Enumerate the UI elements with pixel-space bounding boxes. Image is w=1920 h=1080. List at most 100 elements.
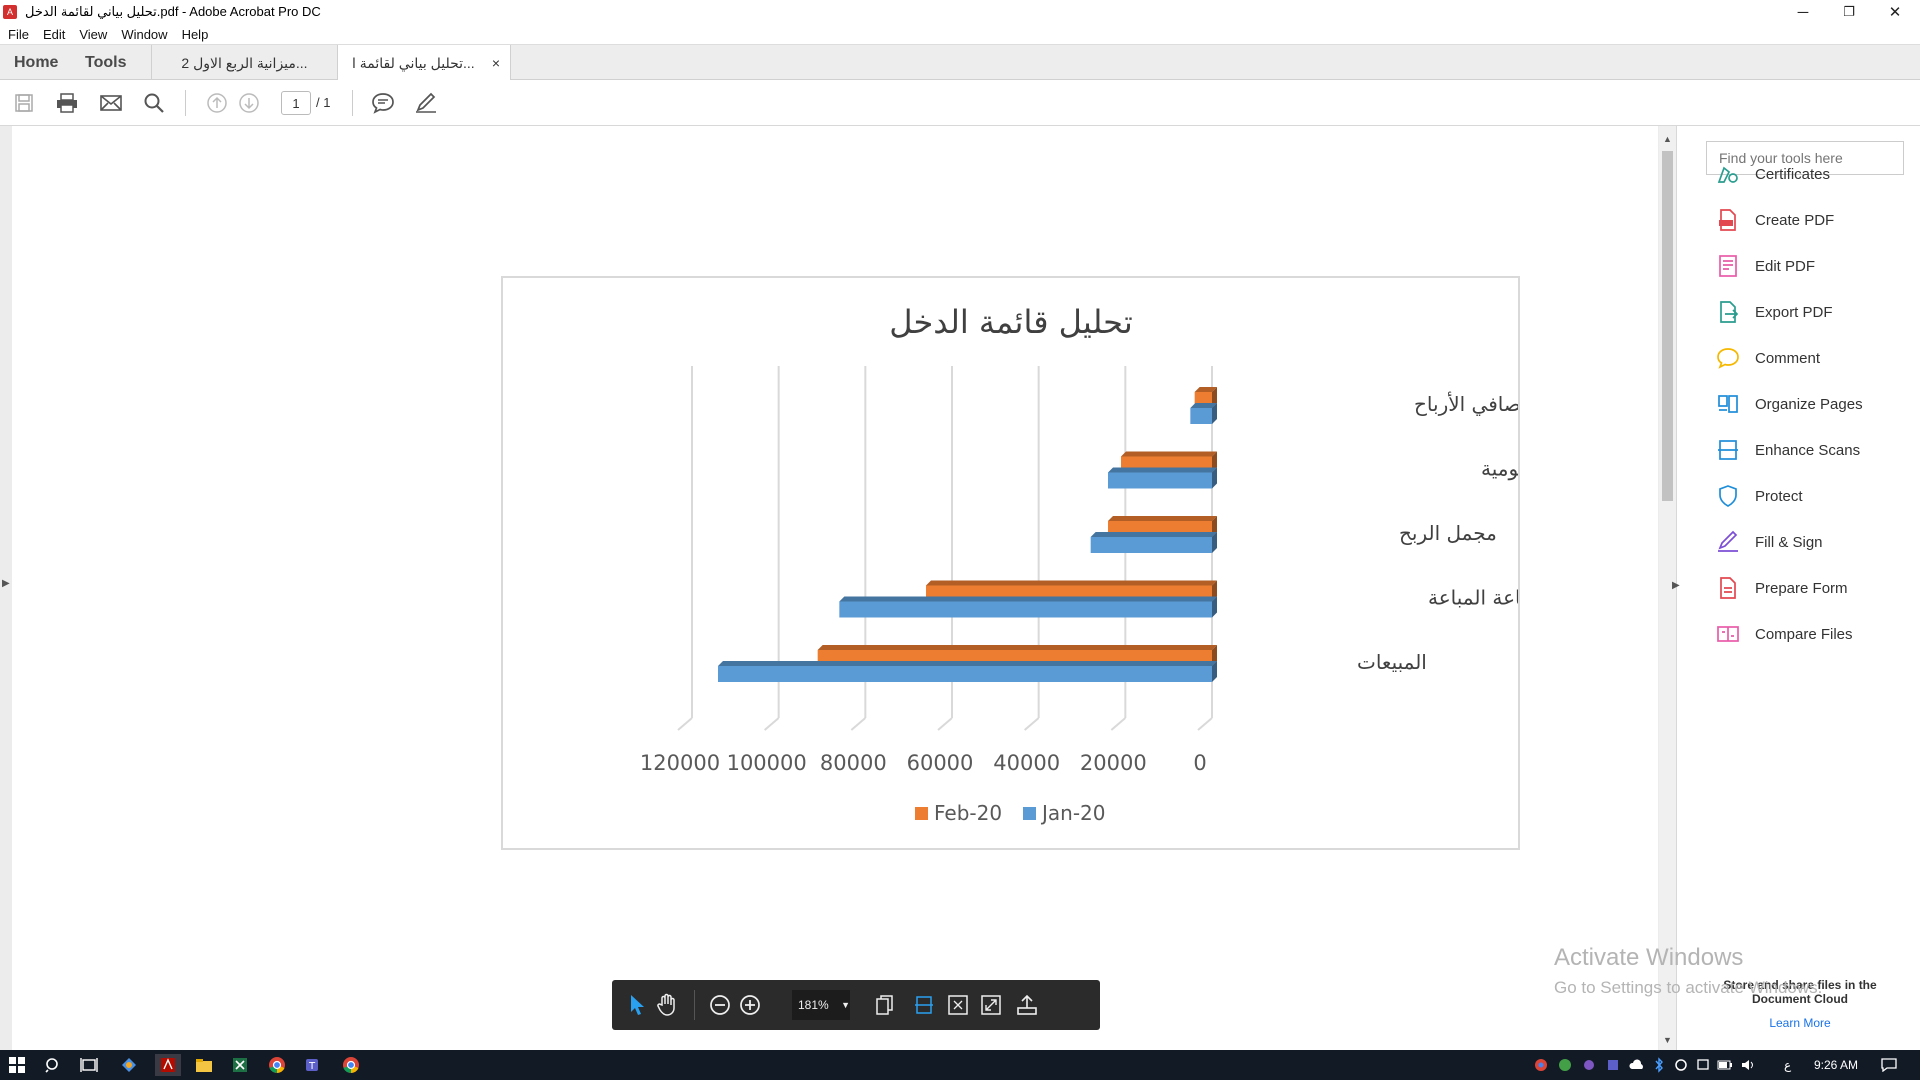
create-pdf-icon: [1715, 207, 1741, 233]
tool-comment[interactable]: Comment: [1715, 343, 1820, 373]
hand-tool-icon[interactable]: [654, 992, 680, 1018]
tab-close-icon[interactable]: ×: [492, 45, 500, 81]
enhance-scans-icon: [1715, 437, 1741, 463]
tray-device-icon[interactable]: [1692, 1054, 1714, 1076]
activate-windows-subtitle: Go to Settings to activate Windows.: [1554, 978, 1823, 997]
tool-create-pdf[interactable]: Create PDF: [1715, 205, 1834, 235]
upload-share-icon[interactable]: [1014, 992, 1040, 1018]
legend-label: Feb-20: [934, 801, 1002, 825]
tool-edit-pdf[interactable]: Edit PDF: [1715, 251, 1815, 281]
tool-enhance-scans[interactable]: Enhance Scans: [1715, 435, 1860, 465]
fit-page-icon[interactable]: [945, 992, 971, 1018]
bar-jan-20: [839, 601, 1212, 618]
scroll-up-icon[interactable]: ▲: [1659, 131, 1676, 147]
scroll-mode-icon[interactable]: [911, 992, 937, 1018]
taskbar-app-icon[interactable]: [118, 1054, 140, 1076]
x-tick-label: 60000: [907, 751, 974, 775]
excel-icon[interactable]: [229, 1054, 251, 1076]
tool-label: Fill & Sign: [1755, 533, 1823, 551]
category-label: المصاريف الإدارية والعمومية: [1481, 457, 1518, 481]
notifications-icon[interactable]: [1878, 1054, 1900, 1076]
category-label: مجمل الربح: [1399, 521, 1497, 545]
tab-tools[interactable]: Tools: [85, 45, 126, 81]
zoom-out-icon[interactable]: [707, 992, 733, 1018]
page-number-input[interactable]: [281, 91, 311, 115]
tool-export-pdf[interactable]: Export PDF: [1715, 297, 1833, 327]
bluetooth-icon[interactable]: [1648, 1054, 1670, 1076]
tab-home[interactable]: Home: [14, 45, 58, 81]
bar-top-face: [839, 596, 1217, 602]
tool-certificates[interactable]: Certificates: [1715, 159, 1830, 189]
collapse-pane-icon[interactable]: ▶: [1672, 580, 1680, 591]
tool-fill-sign[interactable]: Fill & Sign: [1715, 527, 1823, 557]
tab-document-1[interactable]: ميزانية الربع الاول 2...: [151, 45, 337, 81]
input-language[interactable]: ع: [1784, 1058, 1791, 1072]
close-window-button[interactable]: ✕: [1872, 0, 1918, 24]
task-view-icon[interactable]: [78, 1054, 100, 1076]
minimize-button[interactable]: ─: [1780, 0, 1826, 24]
chart-title: تحليل قائمة الدخل: [889, 303, 1132, 341]
save-icon[interactable]: [11, 90, 37, 116]
search-icon[interactable]: [141, 90, 167, 116]
taskbar-search-icon[interactable]: [42, 1054, 64, 1076]
tray-teams-icon[interactable]: [1602, 1054, 1624, 1076]
tab-document-2[interactable]: تحليل بياني لقائمة ا... ×: [337, 45, 511, 82]
tray-app-icon[interactable]: [1578, 1054, 1600, 1076]
menu-view[interactable]: View: [79, 27, 107, 42]
page-display-icon[interactable]: [872, 992, 898, 1018]
menu-file[interactable]: File: [8, 27, 29, 42]
tool-label: Compare Files: [1755, 625, 1853, 643]
protect-shield-icon: [1715, 483, 1741, 509]
windows-start-icon[interactable]: [6, 1054, 28, 1076]
tool-compare-files[interactable]: Compare Files: [1715, 619, 1853, 649]
tools-pane: ▶ Certificates Create PDF Edit PDF Export P…: [1672, 126, 1920, 1050]
volume-icon[interactable]: [1738, 1054, 1760, 1076]
x-tick-label: 0: [1193, 751, 1206, 775]
page-total: / 1: [316, 95, 331, 110]
email-icon[interactable]: [98, 90, 124, 116]
tab-bar: Home Tools ميزانية الربع الاول 2... تحلي…: [0, 44, 1920, 82]
gridline-foot: [937, 717, 953, 731]
chrome-icon[interactable]: [266, 1054, 288, 1076]
full-screen-icon[interactable]: [978, 992, 1004, 1018]
gridline-foot: [1110, 717, 1126, 731]
svg-text:T: T: [308, 1061, 316, 1072]
select-cursor-icon[interactable]: [624, 992, 650, 1018]
x-tick-label: 80000: [820, 751, 887, 775]
pen-sign-icon[interactable]: [413, 90, 439, 116]
bar-jan-20: [718, 666, 1212, 682]
tool-label: Certificates: [1755, 165, 1831, 183]
onedrive-icon[interactable]: [1626, 1054, 1648, 1076]
left-panel-toggle-icon[interactable]: ▶: [2, 578, 10, 589]
learn-more-link[interactable]: Learn More: [1705, 1016, 1895, 1030]
export-pdf-icon: [1715, 299, 1741, 325]
teams-icon[interactable]: T: [303, 1054, 325, 1076]
restore-button[interactable]: ❐: [1826, 0, 1872, 24]
tool-protect[interactable]: Protect: [1715, 481, 1803, 511]
tool-organize-pages[interactable]: Organize Pages: [1715, 389, 1863, 419]
file-explorer-icon[interactable]: [193, 1054, 215, 1076]
tool-prepare-form[interactable]: Prepare Form: [1715, 573, 1848, 603]
acrobat-taskbar-icon[interactable]: [155, 1054, 181, 1076]
comment-tool-icon[interactable]: [370, 90, 396, 116]
next-page-icon[interactable]: [236, 90, 262, 116]
scroll-down-icon[interactable]: ▼: [1659, 1032, 1676, 1048]
floating-divider: [694, 990, 695, 1020]
menu-help[interactable]: Help: [182, 27, 209, 42]
scroll-thumb[interactable]: [1662, 151, 1673, 501]
taskbar-clock[interactable]: 9:26 AM: [1814, 1058, 1858, 1072]
zoom-level-select[interactable]: 181% ▼: [792, 990, 850, 1020]
zoom-in-icon[interactable]: [737, 992, 763, 1018]
print-icon[interactable]: [54, 90, 80, 116]
bar-jan-20: [1108, 472, 1212, 489]
tray-network-status-icon[interactable]: [1554, 1054, 1576, 1076]
battery-icon[interactable]: [1714, 1054, 1736, 1076]
gridline-foot: [1197, 717, 1213, 731]
menu-edit[interactable]: Edit: [43, 27, 65, 42]
menu-window[interactable]: Window: [121, 27, 167, 42]
acrobat-app-icon: A: [3, 5, 17, 19]
tray-settings-icon[interactable]: [1670, 1054, 1692, 1076]
chrome-icon-2[interactable]: [340, 1054, 362, 1076]
previous-page-icon[interactable]: [204, 90, 230, 116]
tray-chrome-icon[interactable]: [1530, 1054, 1552, 1076]
